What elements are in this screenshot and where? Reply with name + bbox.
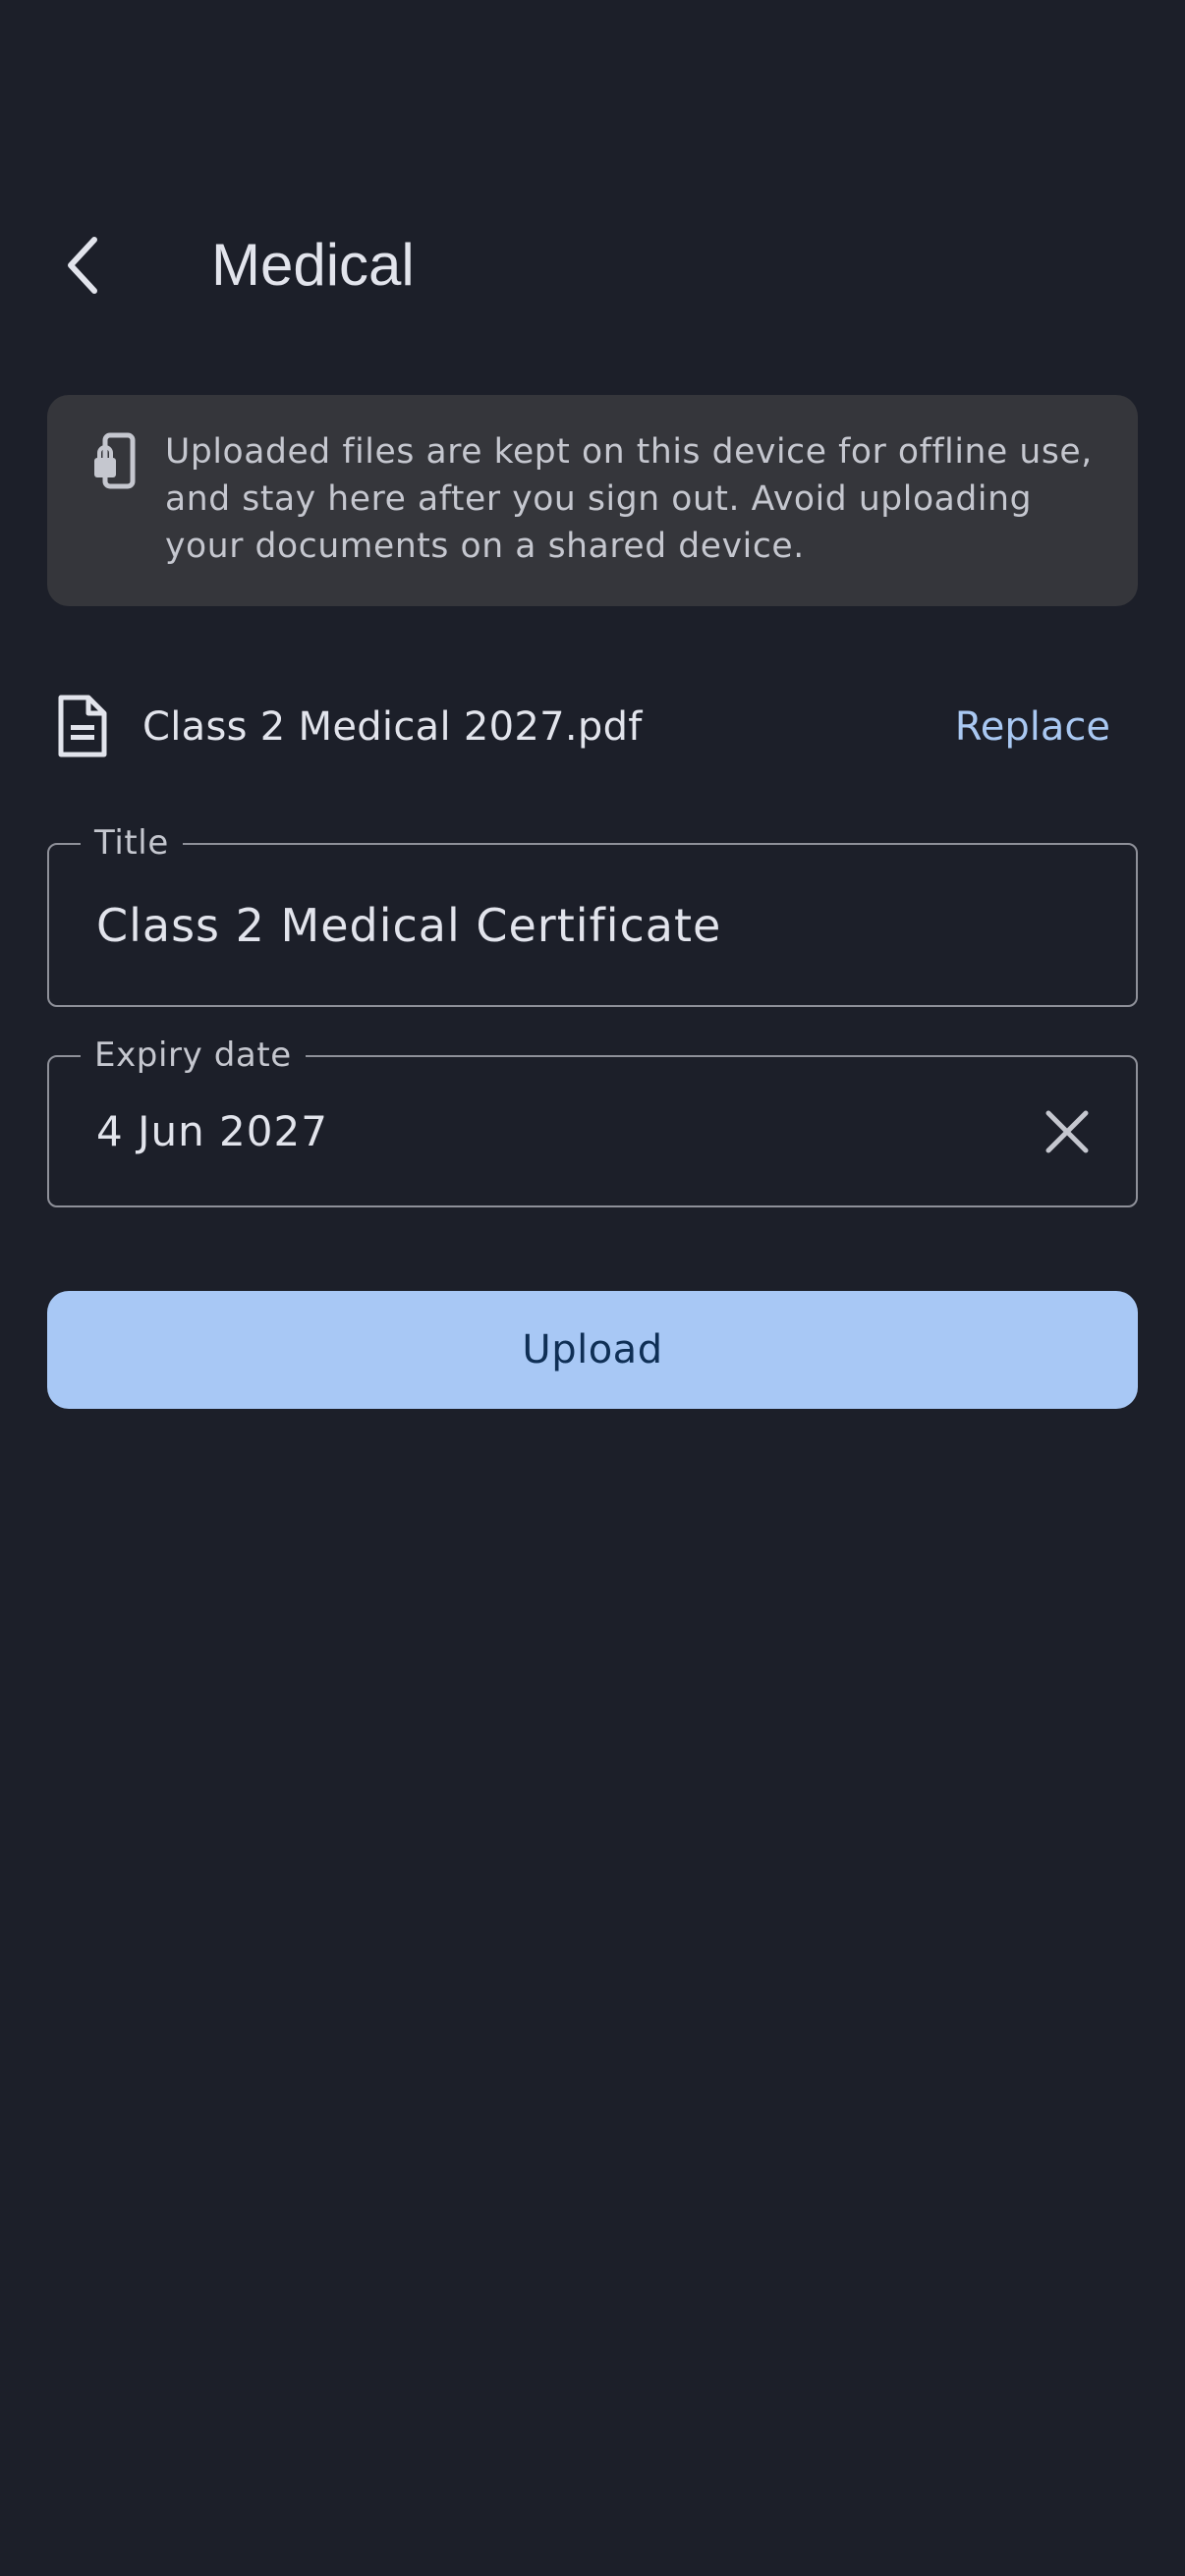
upload-button[interactable]: Upload bbox=[47, 1291, 1138, 1409]
expiry-date-field[interactable]: Expiry date 4 Jun 2027 bbox=[47, 1036, 1138, 1207]
title-input[interactable]: Class 2 Medical Certificate bbox=[96, 896, 721, 955]
expiry-date-label: Expiry date bbox=[81, 1036, 306, 1075]
device-lock-icon bbox=[94, 432, 136, 489]
title-field[interactable]: Title Class 2 Medical Certificate bbox=[47, 823, 1138, 1007]
document-icon bbox=[58, 695, 107, 757]
replace-button[interactable]: Replace bbox=[955, 700, 1110, 755]
clear-date-button[interactable] bbox=[1036, 1100, 1099, 1163]
back-button[interactable] bbox=[39, 216, 128, 314]
expiry-date-input[interactable]: 4 Jun 2027 bbox=[96, 1102, 328, 1161]
file-name: Class 2 Medical 2027.pdf bbox=[142, 704, 643, 750]
attached-file-row: Class 2 Medical 2027.pdf Replace bbox=[47, 678, 1138, 776]
chevron-left-icon bbox=[68, 237, 97, 294]
top-app-bar: Medical bbox=[0, 196, 1185, 334]
close-icon bbox=[1045, 1110, 1089, 1153]
page-title: Medical bbox=[211, 232, 415, 298]
notice-text: Uploaded files are kept on this device f… bbox=[165, 432, 1093, 566]
offline-storage-notice: Uploaded files are kept on this device f… bbox=[47, 395, 1138, 606]
title-label: Title bbox=[81, 823, 183, 863]
